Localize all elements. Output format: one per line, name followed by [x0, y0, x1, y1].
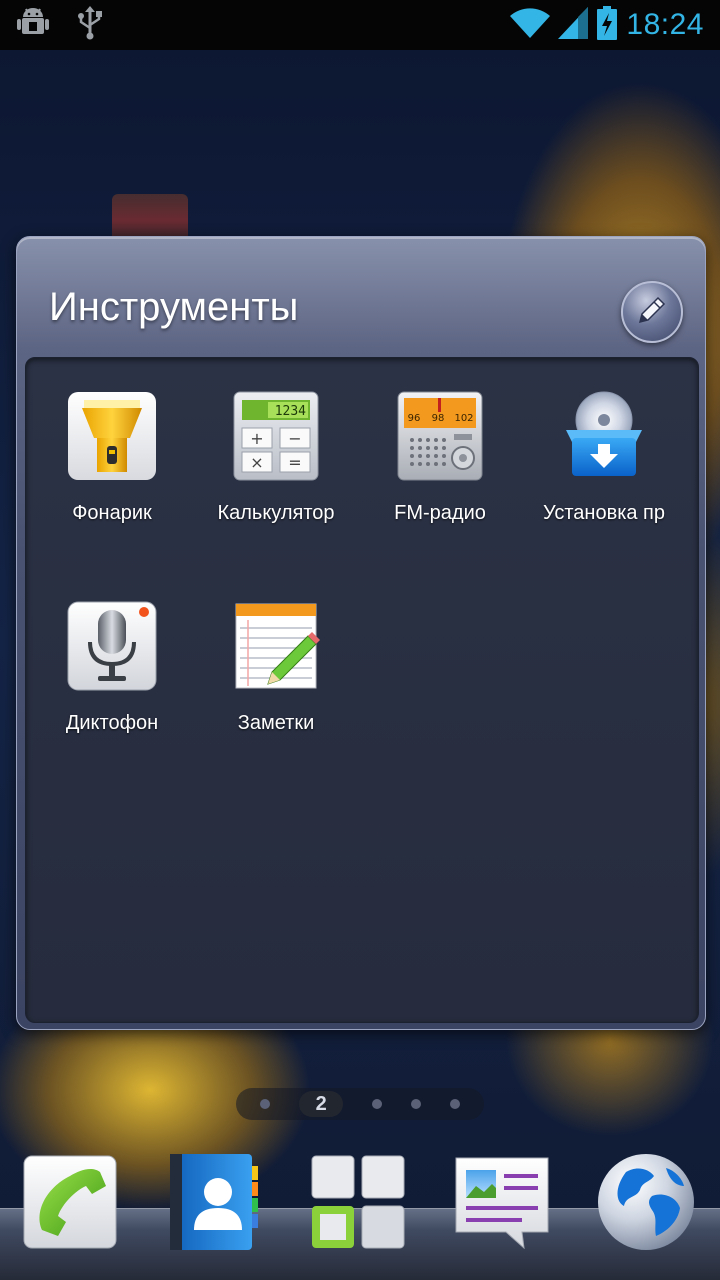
svg-text:=: = — [288, 453, 301, 472]
app-drawer-icon — [308, 1155, 408, 1256]
current-page-indicator[interactable]: 2 — [299, 1091, 344, 1117]
dock-browser-button[interactable] — [596, 1152, 696, 1252]
dock-messages-button[interactable] — [452, 1152, 552, 1252]
voice-recorder-icon — [64, 598, 160, 694]
app-label: Калькулятор — [217, 502, 335, 524]
app-voice-recorder[interactable]: Диктофон — [30, 568, 194, 738]
pencil-icon — [634, 292, 670, 332]
page-dot[interactable] — [260, 1099, 271, 1109]
folder-title[interactable]: Инструменты — [49, 285, 298, 330]
app-installer[interactable]: Установка пр — [522, 358, 686, 528]
dock-contacts-button[interactable] — [164, 1152, 264, 1252]
battery-charging-icon — [596, 6, 618, 44]
clock-time: 18:24 — [626, 8, 704, 41]
dock-app-drawer-button[interactable] — [308, 1152, 408, 1252]
page-indicator[interactable]: 2 — [236, 1088, 484, 1120]
status-bar: 18:24 — [0, 0, 720, 50]
app-label: Установка пр — [542, 502, 666, 524]
svg-text:+: + — [250, 429, 263, 448]
folder-content: Фонарик 1234 + − × = Калькулятор 96 98 1… — [25, 357, 699, 1023]
phone-icon — [20, 1155, 120, 1256]
app-notes[interactable]: Заметки — [194, 568, 358, 738]
svg-text:−: − — [288, 429, 301, 448]
app-label: Заметки — [237, 712, 315, 734]
app-label: FM-радио — [394, 502, 486, 524]
app-flashlight[interactable]: Фонарик — [30, 358, 194, 528]
globe-icon — [596, 1154, 696, 1256]
app-installer-icon — [556, 388, 652, 484]
folder-window: Инструменты Фонарик 1234 + − × = Калькул… — [16, 236, 706, 1030]
svg-text:×: × — [250, 453, 263, 472]
background-app-icon — [112, 194, 188, 238]
messages-icon — [452, 1157, 552, 1256]
svg-text:98: 98 — [432, 413, 445, 424]
dock — [0, 1140, 720, 1280]
calculator-icon: 1234 + − × = — [228, 388, 324, 484]
svg-text:1234: 1234 — [275, 404, 306, 419]
flashlight-icon — [64, 388, 160, 484]
edit-folder-button[interactable] — [621, 281, 683, 343]
app-calculator[interactable]: 1234 + − × = Калькулятор — [194, 358, 358, 528]
svg-text:102: 102 — [454, 413, 473, 424]
dock-phone-button[interactable] — [20, 1152, 120, 1252]
page-dot[interactable] — [371, 1099, 382, 1109]
notes-icon — [228, 598, 324, 694]
app-label: Фонарик — [72, 502, 152, 524]
svg-text:96: 96 — [408, 413, 421, 424]
android-debug-icon — [16, 6, 50, 44]
fm-radio-icon: 96 98 102 — [392, 388, 488, 484]
signal-icon — [558, 7, 589, 43]
usb-icon — [76, 6, 104, 44]
contacts-icon — [164, 1154, 264, 1256]
app-fm-radio[interactable]: 96 98 102 FM-радио — [358, 358, 522, 528]
app-label: Диктофон — [65, 712, 159, 734]
wifi-icon — [510, 7, 551, 43]
page-dot[interactable] — [410, 1099, 421, 1109]
page-dot[interactable] — [449, 1099, 460, 1109]
